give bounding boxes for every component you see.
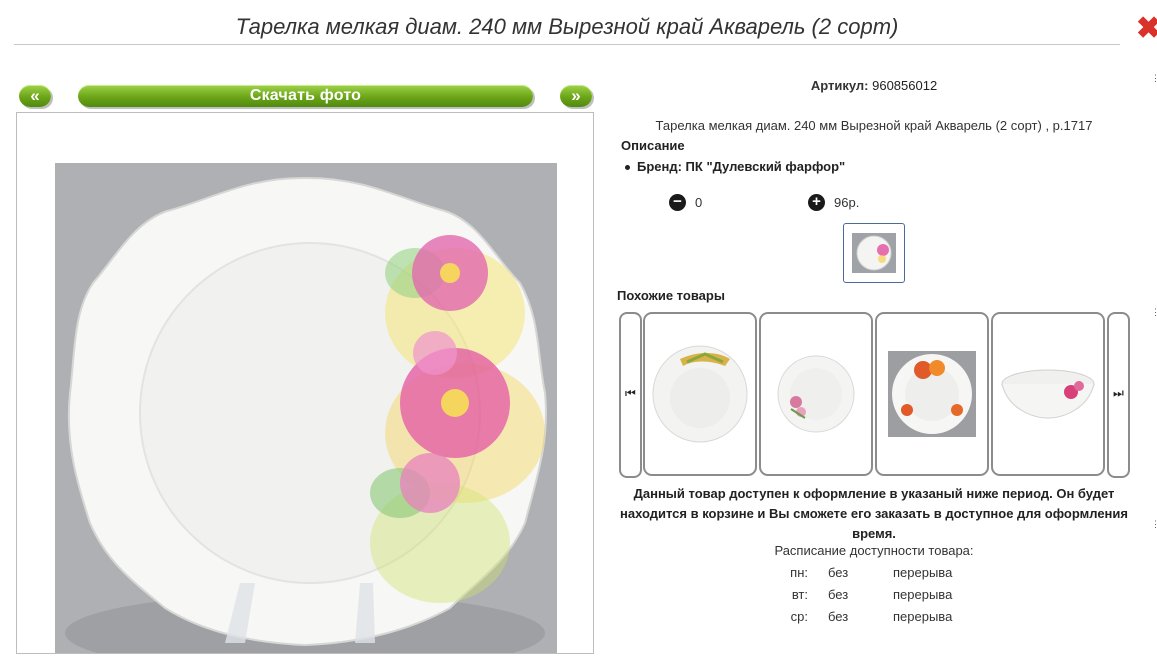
schedule-title: Расписание доступности товара:	[774, 543, 974, 558]
skip-forward-icon: ⏭	[1113, 386, 1124, 400]
price-value: 96р.	[834, 195, 860, 210]
product-thumbnail[interactable]	[843, 223, 905, 283]
price-control: + 96р.	[808, 194, 859, 211]
schedule-value: перерыва	[893, 565, 953, 580]
plus-icon[interactable]: +	[808, 194, 825, 211]
close-icon[interactable]: ✖	[1136, 14, 1157, 44]
minus-icon[interactable]: −	[669, 194, 686, 211]
schedule-row: пн: без перерыва	[770, 565, 952, 580]
quantity-control: − 0	[669, 194, 702, 211]
schedule-value: без	[828, 609, 849, 624]
schedule-value: без	[828, 587, 849, 602]
scrollbar-grip-icon[interactable]: ⋮	[1151, 73, 1157, 84]
product-photo	[55, 163, 557, 658]
quantity-value: 0	[695, 195, 703, 210]
scrollbar-grip-icon[interactable]: ⋮	[1151, 519, 1157, 530]
similar-item-plate-roses[interactable]	[759, 312, 873, 476]
schedule-value: перерыва	[893, 587, 953, 602]
scrollbar-grip-icon[interactable]: ⋮	[1151, 307, 1157, 318]
schedule-day: вт:	[791, 587, 808, 602]
schedule-day: ср:	[790, 609, 808, 624]
similar-item-bowl-roses[interactable]	[991, 312, 1105, 476]
brand-text: Бренд: ПК "Дулевский фарфор"	[637, 159, 846, 174]
similar-item-soup-plate[interactable]	[643, 312, 757, 476]
similar-item-plate-apples[interactable]	[875, 312, 989, 476]
page-title: Тарелка мелкая диам. 240 мм Вырезной кра…	[14, 10, 1120, 45]
carousel-next-button[interactable]: ⏭	[1107, 312, 1130, 478]
brand-item: Бренд: ПК "Дулевский фарфор"	[625, 159, 845, 174]
sku-value: 960856012	[872, 78, 938, 93]
schedule-row: вт: без перерыва	[770, 587, 952, 602]
download-photo-button[interactable]: Скачать фото	[78, 85, 533, 107]
gallery-next-button[interactable]: »	[560, 85, 592, 107]
product-full-name: Тарелка мелкая диам. 240 мм Вырезной кра…	[655, 118, 1093, 133]
carousel-prev-button[interactable]: ⏮	[619, 312, 642, 478]
sku-line: Артикул: 960856012	[600, 78, 1148, 93]
bullet-icon	[625, 165, 630, 171]
similar-heading: Похожие товары	[617, 288, 725, 303]
photo-frame	[16, 112, 594, 658]
schedule-value: перерыва	[893, 609, 953, 624]
schedule-row: ср: без перерыва	[770, 609, 953, 624]
schedule-day: пн:	[790, 565, 808, 580]
description-heading: Описание	[621, 138, 685, 153]
thumbnail-image	[852, 233, 896, 273]
availability-notice: Данный товар доступен к оформление в ука…	[619, 486, 1128, 541]
skip-back-icon: ⏮	[625, 386, 636, 400]
sku-label: Артикул:	[810, 78, 869, 93]
gallery-prev-button[interactable]: «	[19, 85, 51, 107]
schedule-value: без	[828, 565, 849, 580]
